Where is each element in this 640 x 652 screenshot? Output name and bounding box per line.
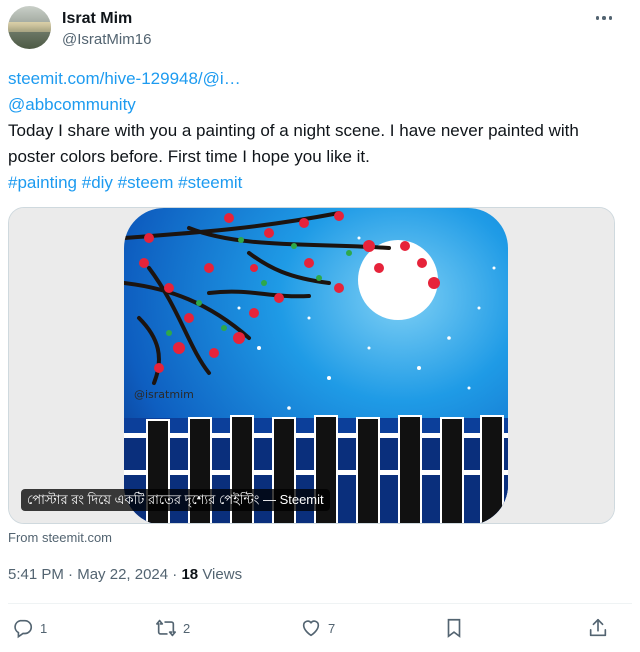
repost-count: 2 bbox=[183, 620, 191, 636]
share-button[interactable] bbox=[587, 617, 609, 639]
bookmark-button[interactable] bbox=[443, 617, 465, 639]
mention-link[interactable]: @abbcommunity bbox=[8, 92, 628, 118]
hashtag-steem[interactable]: #steem bbox=[118, 173, 174, 192]
divider bbox=[8, 603, 632, 604]
post-text: steemit.com/hive-129948/@i… @abbcommunit… bbox=[8, 66, 628, 196]
repost-button[interactable]: 2 bbox=[155, 617, 190, 639]
avatar[interactable] bbox=[8, 6, 51, 49]
hashtag-steemit[interactable]: #steemit bbox=[178, 173, 242, 192]
like-button[interactable]: 7 bbox=[300, 617, 335, 639]
hashtag-painting[interactable]: #painting bbox=[8, 173, 77, 192]
reply-icon bbox=[14, 619, 33, 639]
repost-icon bbox=[156, 619, 176, 637]
link-card[interactable]: @isratmim পোস্টার রং দিয়ে একটি রাতের দৃ… bbox=[8, 207, 615, 524]
painting-watermark: @isratmim bbox=[134, 388, 194, 401]
views-label: Views bbox=[202, 566, 243, 583]
share-icon bbox=[589, 618, 607, 637]
post-meta: 5:41 PM · May 22, 2024 · 18 Views bbox=[8, 566, 242, 583]
post-date[interactable]: May 22, 2024 bbox=[77, 566, 168, 583]
like-icon bbox=[302, 620, 320, 637]
action-bar: 1 2 7 bbox=[0, 613, 640, 645]
more-icon[interactable] bbox=[590, 8, 618, 28]
author-handle[interactable]: @IsratMim16 bbox=[62, 30, 151, 50]
hashtags: #painting #diy #steem #steemit bbox=[8, 170, 628, 196]
author-name[interactable]: Israt Mim bbox=[62, 9, 132, 29]
card-source[interactable]: From steemit.com bbox=[8, 530, 112, 545]
bookmark-icon bbox=[447, 618, 461, 638]
like-count: 7 bbox=[328, 620, 336, 636]
hashtag-diy[interactable]: #diy bbox=[82, 173, 113, 192]
reply-button[interactable]: 1 bbox=[12, 617, 47, 639]
post-body: Today I share with you a painting of a n… bbox=[8, 121, 579, 166]
card-caption: পোস্টার রং দিয়ে একটি রাতের দৃশ্যের পেইন… bbox=[21, 489, 330, 511]
views-count: 18 bbox=[181, 566, 199, 583]
meta-separator-2: · bbox=[172, 566, 178, 583]
meta-separator: · bbox=[68, 566, 74, 583]
painting-image: @isratmim bbox=[9, 208, 614, 523]
post-time[interactable]: 5:41 PM bbox=[8, 566, 64, 583]
reply-count: 1 bbox=[40, 620, 48, 636]
post-link[interactable]: steemit.com/hive-129948/@i… bbox=[8, 66, 628, 92]
